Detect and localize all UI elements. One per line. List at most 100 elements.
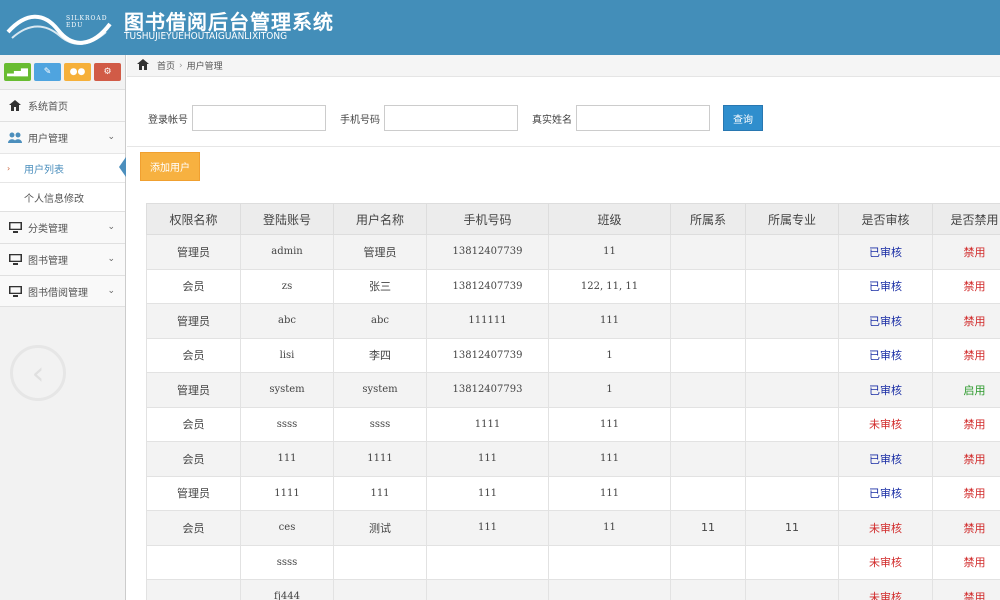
sidebar-item-label: 系统首页 [28,102,68,113]
sidebar-item-label: 图书管理 [28,256,68,267]
chevron-down-icon: ⌄ [107,222,115,232]
table-cell-audit[interactable]: 未审核 [838,510,933,546]
table-header-col-role: 权限名称 [146,203,241,235]
table-cell-ban[interactable]: 禁用 [932,510,1000,546]
sidebar-item-borrow-management[interactable]: 图书借阅管理 ⌄ [0,275,125,307]
table-cell-phone: 13812407793 [426,372,549,408]
table-cell-audit[interactable]: 已审核 [838,372,933,408]
users-icon[interactable]: ●● [64,63,91,81]
table-cell-major [745,441,839,477]
table-row: 管理员 1111 111 111 111 已审核 禁用 [146,475,1000,511]
table-body: 管理员 admin 管理员 13812407739 11 已审核 禁用 会员 zs 张三 13812… [146,234,1000,600]
table-cell-audit[interactable]: 已审核 [838,303,933,339]
sidebar-item-book-management[interactable]: 图书管理 ⌄ [0,243,125,275]
table-row: 会员 ssss ssss 1111 111 未审核 禁用 [146,406,1000,442]
sidebar-subitem-profile-edit[interactable]: 个人信息修改 [0,182,125,211]
table-cell-class: 111 [548,303,671,339]
sidebar-shortcuts: ▂▄▆ ✎ ●● ⚙ [0,55,125,89]
table-cell-audit[interactable]: 已审核 [838,475,933,511]
login-account-input[interactable] [192,105,326,131]
table-cell-audit[interactable]: 未审核 [838,544,933,580]
cogs-icon[interactable]: ⚙ [94,63,121,81]
active-pointer-icon [119,157,126,177]
breadcrumb: 首页 › 用户管理 [127,55,1000,77]
table-cell-name: 测试 [333,510,427,546]
table-cell-audit[interactable]: 已审核 [838,268,933,304]
table-cell-class: 111 [548,406,671,442]
sidebar-subitem-user-list[interactable]: › 用户列表 [0,153,126,182]
chevron-down-icon: ⌄ [107,254,115,264]
table-cell-account: 1111 [240,475,334,511]
table-cell-account: system [240,372,334,408]
phone-input[interactable] [384,105,518,131]
table-row: 会员 ces 测试 111 11 11 11 未审核 禁用 [146,510,1000,546]
table-row: 会员 lisi 李四 13812407739 1 已审核 禁用 [146,337,1000,373]
table-cell-audit[interactable]: 未审核 [838,579,933,600]
table-cell-class: 11 [548,234,671,270]
table-cell-class: 122, 11, 11 [548,268,671,304]
table-cell-role: 管理员 [146,303,241,339]
table-cell-class: 111 [548,475,671,511]
table-cell-phone: 111 [426,475,549,511]
table-cell-dept [670,579,746,600]
table-cell-ban[interactable]: 禁用 [932,234,1000,270]
table-header-col-name: 用户名称 [333,203,427,235]
table-cell-major [745,579,839,600]
add-user-button[interactable]: 添加用户 [140,152,200,181]
chart-icon[interactable]: ▂▄▆ [4,63,31,81]
table-cell-major [745,234,839,270]
table-cell-role [146,579,241,600]
table-cell-major [745,475,839,511]
home-icon [137,58,149,73]
desktop-icon [8,222,22,234]
table-cell-role [146,544,241,580]
table-cell-ban[interactable]: 启用 [932,372,1000,408]
table-cell-dept [670,268,746,304]
table-cell-ban[interactable]: 禁用 [932,406,1000,442]
table-cell-ban[interactable]: 禁用 [932,268,1000,304]
table-cell-ban[interactable]: 禁用 [932,337,1000,373]
table-cell-ban[interactable]: 禁用 [932,544,1000,580]
table-cell-account: ces [240,510,334,546]
silkroad-logo: SILKROAD EDU [6,6,114,48]
sidebar-item-home[interactable]: 系统首页 [0,89,125,121]
table-cell-ban[interactable]: 禁用 [932,441,1000,477]
table-cell-name: 1111 [333,441,427,477]
table-cell-major [745,372,839,408]
table-cell-audit[interactable]: 已审核 [838,337,933,373]
table-header-col-dept: 所属系 [670,203,746,235]
logo-text: SILKROAD EDU [66,15,108,29]
table-header-col-phone: 手机号码 [426,203,549,235]
table-cell-name: 管理员 [333,234,427,270]
real-name-input[interactable] [576,105,710,131]
table-cell-major [745,337,839,373]
pencil-icon[interactable]: ✎ [34,63,61,81]
table-cell-ban[interactable]: 禁用 [932,475,1000,511]
table-cell-phone [426,579,549,600]
table-cell-audit[interactable]: 未审核 [838,406,933,442]
table-cell-class: 11 [548,510,671,546]
table-header-col-ban: 是否禁用 [932,203,1000,235]
chevron-down-icon: ⌄ [107,286,115,296]
search-button[interactable]: 查询 [723,105,763,131]
search-bar: 登录帐号 手机号码 真实姓名 查询 [148,104,763,132]
table-cell-class [548,579,671,600]
table-cell-audit[interactable]: 已审核 [838,234,933,270]
table-cell-ban[interactable]: 禁用 [932,303,1000,339]
table-cell-account: 111 [240,441,334,477]
table-cell-role: 会员 [146,510,241,546]
table-cell-major [745,406,839,442]
login-account-label: 登录帐号 [148,114,188,126]
table-cell-audit[interactable]: 已审核 [838,441,933,477]
breadcrumb-separator-icon: › [179,60,183,71]
table-cell-account: admin [240,234,334,270]
table-cell-role: 会员 [146,337,241,373]
sidebar: ▂▄▆ ✎ ●● ⚙ 系统首页 用户管理 ⌄ › 用户列表 个人信息修改 分类管… [0,55,126,600]
sidebar-collapse-icon[interactable]: ‹ [10,345,66,401]
table-cell-ban[interactable]: 禁用 [932,579,1000,600]
breadcrumb-home-link[interactable]: 首页 [157,59,175,72]
table-cell-class: 111 [548,441,671,477]
sidebar-item-category-management[interactable]: 分类管理 ⌄ [0,211,125,243]
sidebar-item-user-management[interactable]: 用户管理 ⌄ [0,121,125,153]
table-cell-account: ssss [240,544,334,580]
